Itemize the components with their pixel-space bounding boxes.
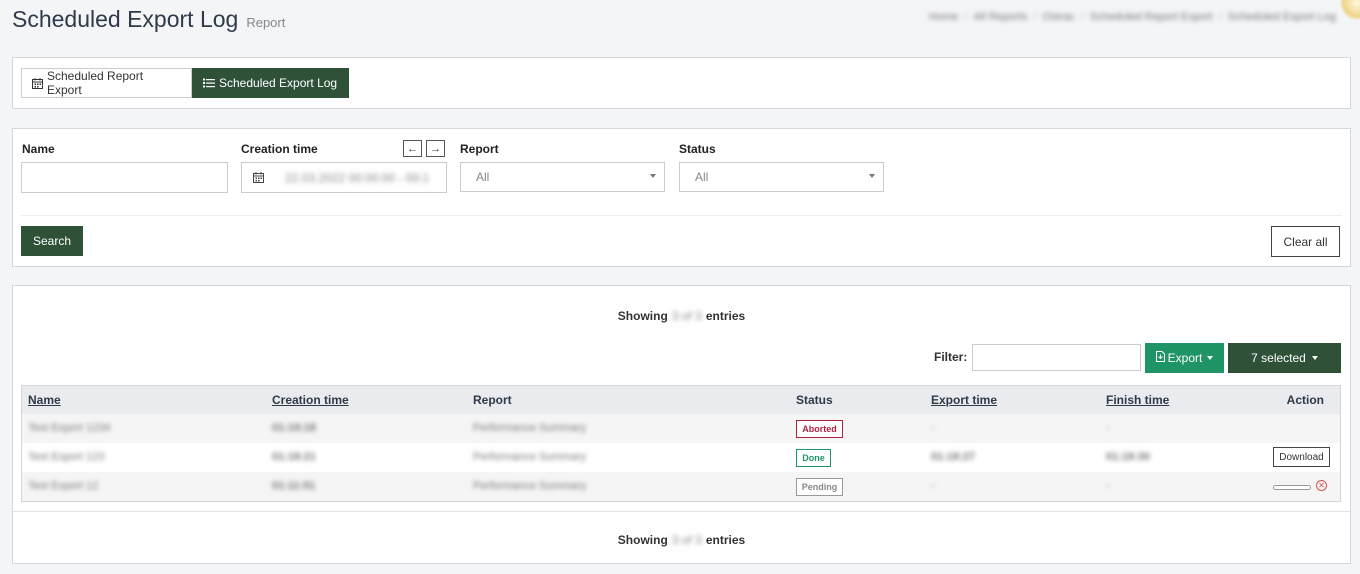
cell-export-time: - — [931, 422, 935, 434]
showing-count: 3 of 3 — [671, 309, 702, 323]
column-header-report: Report — [473, 393, 512, 407]
showing-count: 3 of 3 — [671, 533, 702, 547]
cell-export-time: - — [931, 480, 935, 492]
calendar-icon — [32, 77, 43, 89]
column-header-finish-time[interactable]: Finish time — [1106, 393, 1169, 407]
cell-name: Test Export 1234 — [28, 422, 111, 434]
cell-report: Performance Summary — [473, 422, 587, 434]
page-header: Scheduled Export Log Report — [12, 6, 285, 33]
showing-prefix: Showing — [617, 309, 668, 323]
cell-creation-time: 01:18:21 — [272, 451, 317, 463]
cell-finish-time: - — [1106, 422, 1110, 434]
creation-time-input[interactable]: 22.03.2022 00:00:00 - 00:1 — [275, 162, 447, 193]
tab-label: Scheduled Report Export — [47, 69, 144, 97]
status-filter-label: Status — [679, 142, 716, 156]
cell-creation-time: 01:11:51 — [272, 480, 316, 492]
results-panel: Showing 3 of 3 entries Filter: Export 7 … — [12, 285, 1351, 564]
calendar-icon[interactable] — [241, 162, 276, 193]
column-header-name[interactable]: Name — [28, 393, 61, 407]
tab-label: Scheduled Export Log — [219, 76, 338, 90]
filter-label: Filter: — [934, 350, 968, 364]
selected-label: 7 selected — [1251, 351, 1306, 365]
page-subtitle: Report — [246, 15, 286, 30]
export-label: Export — [1167, 351, 1203, 365]
filters-panel: Name Creation time ← → 22.03.2022 00:00:… — [12, 128, 1351, 267]
page-title: Scheduled Export Log — [12, 6, 239, 32]
status-select-value: All — [695, 170, 709, 184]
showing-suffix: entries — [705, 533, 746, 547]
chevron-down-icon — [650, 174, 656, 178]
column-header-creation-time[interactable]: Creation time — [272, 393, 349, 407]
list-icon — [203, 78, 215, 88]
status-badge: Aborted — [796, 420, 843, 438]
breadcrumb-item[interactable]: All Reports — [973, 11, 1027, 23]
cell-creation-time: 01:19:18 — [272, 422, 317, 434]
report-filter-label: Report — [460, 142, 499, 156]
corner-glow-decoration — [1340, 0, 1360, 20]
status-badge: Pending — [796, 478, 843, 496]
caret-down-icon — [1311, 356, 1318, 360]
cell-finish-time: 01:18:30 — [1106, 451, 1151, 463]
showing-entries-top: Showing 3 of 3 entries — [13, 309, 1350, 323]
breadcrumb-item[interactable]: Scheduled Report Export — [1090, 11, 1213, 23]
chevron-down-icon — [869, 174, 875, 178]
report-select-value: All — [476, 170, 490, 184]
column-header-status: Status — [796, 393, 833, 407]
clear-all-button[interactable]: Clear all — [1271, 226, 1340, 257]
caret-down-icon — [1207, 356, 1214, 360]
table-row[interactable]: Test Export 12 01:11:51 Performance Summ… — [22, 472, 1340, 501]
tabs-panel: Scheduled Report Export Scheduled Export… — [12, 57, 1351, 109]
cell-finish-time: - — [1106, 480, 1110, 492]
cancel-icon[interactable]: ✕ — [1316, 480, 1327, 491]
tab-scheduled-export-log[interactable]: Scheduled Export Log — [192, 68, 349, 98]
cell-name: Test Export 123 — [28, 451, 105, 463]
status-select[interactable]: All — [679, 162, 884, 192]
export-progress-bar — [1273, 485, 1311, 490]
cell-name: Test Export 12 — [28, 480, 99, 492]
cell-report: Performance Summary — [473, 451, 587, 463]
breadcrumb-item[interactable]: Ostrac — [1042, 11, 1074, 23]
name-input[interactable] — [21, 162, 228, 193]
status-badge: Done — [796, 449, 831, 467]
export-log-table: Name Creation time Report Status Export … — [21, 385, 1341, 502]
columns-selected-button[interactable]: 7 selected — [1228, 343, 1341, 373]
column-header-export-time[interactable]: Export time — [931, 393, 997, 407]
column-header-action: Action — [1286, 393, 1324, 407]
breadcrumb-item: Scheduled Export Log — [1227, 11, 1336, 23]
cell-export-time: 01:18:27 — [931, 451, 976, 463]
tab-scheduled-report-export[interactable]: Scheduled Report Export — [21, 68, 192, 98]
showing-prefix: Showing — [617, 533, 668, 547]
table-row[interactable]: Test Export 1234 01:19:18 Performance Su… — [22, 414, 1340, 443]
download-button[interactable]: Download — [1273, 447, 1330, 467]
prev-arrow-button[interactable]: ← — [403, 140, 422, 157]
showing-suffix: entries — [705, 309, 746, 323]
table-header: Name Creation time Report Status Export … — [22, 386, 1340, 414]
cell-report: Performance Summary — [473, 480, 587, 492]
filter-input[interactable] — [972, 344, 1141, 371]
table-footer-divider — [13, 511, 1350, 512]
breadcrumb: Home / All Reports / Ostrac / Scheduled Rep… — [929, 11, 1336, 23]
showing-entries-bottom: Showing 3 of 3 entries — [13, 533, 1350, 547]
filters-divider — [21, 215, 1342, 216]
name-filter-label: Name — [22, 142, 55, 156]
table-row[interactable]: Test Export 123 01:18:21 Performance Sum… — [22, 443, 1340, 472]
next-arrow-button[interactable]: → — [426, 140, 445, 157]
breadcrumb-item[interactable]: Home — [929, 11, 958, 23]
export-button[interactable]: Export — [1145, 343, 1224, 373]
creation-time-label: Creation time — [241, 142, 318, 156]
search-button[interactable]: Search — [21, 226, 83, 256]
creation-time-value: 22.03.2022 00:00:00 - 00:1 — [285, 170, 430, 185]
report-select[interactable]: All — [460, 162, 665, 192]
file-export-icon — [1155, 351, 1165, 365]
